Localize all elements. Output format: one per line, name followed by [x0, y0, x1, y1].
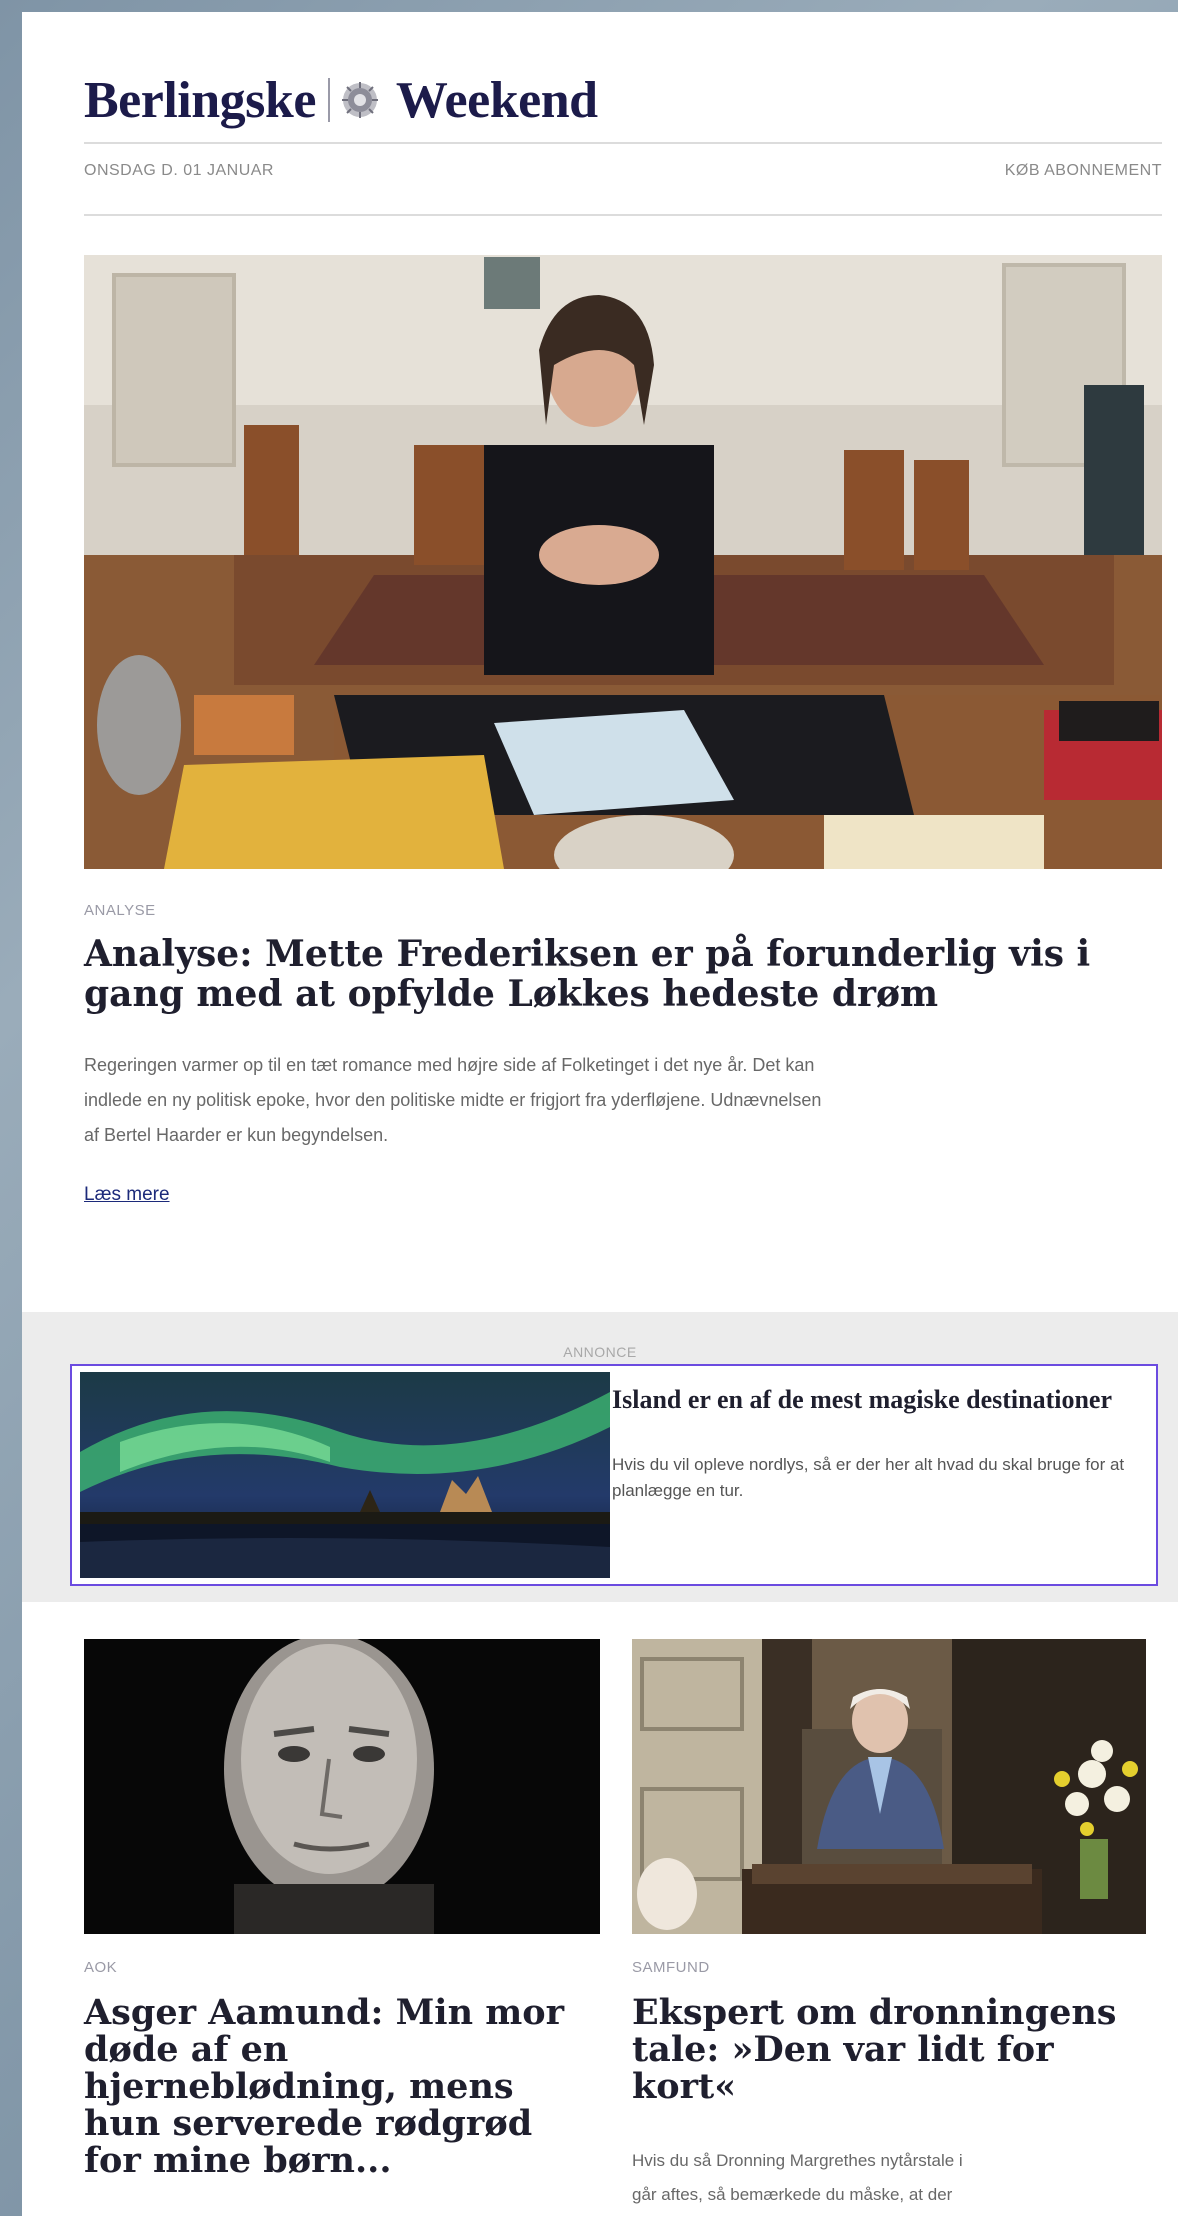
lead-teaser-line: Regeringen varmer op til en tæt romance …: [84, 1055, 815, 1075]
lead-teaser-line: indlede en ny politisk epoke, hvor den p…: [84, 1090, 822, 1110]
masthead-divider: [327, 78, 330, 122]
headline-line: hjerneblødning, mens: [84, 2066, 514, 2107]
ad-section: ANNONCE Island er en af de mest magiske …: [22, 1312, 1178, 1602]
article-headline[interactable]: Ekspert om dronningens tale: »Den var li…: [632, 1994, 1152, 2105]
headline-line: Asger Aamund: Min mor: [84, 1992, 565, 2033]
newsletter-page: Berlingske Weekend ONSDAG D. 01 JANUAR K…: [22, 12, 1178, 2216]
top-divider: [84, 142, 1162, 144]
queen-photo: [632, 1639, 1146, 1934]
lead-teaser-line: af Bertel Haarder er kun begyndelsen.: [84, 1125, 389, 1145]
ad-label: ANNONCE: [563, 1344, 637, 1360]
ad-text: Hvis du vil opleve nordlys, så er der he…: [612, 1455, 1125, 1500]
section-name: Weekend: [395, 71, 598, 129]
read-more-link[interactable]: Læs mere: [84, 1184, 170, 1206]
ad-title: Island er en af de mest magiske destinat…: [612, 1385, 1113, 1414]
subscribe-link[interactable]: KØB ABONNEMENT: [1005, 162, 1162, 180]
portrait-photo: [84, 1639, 600, 1934]
issue-date: ONSDAG D. 01 JANUAR: [84, 162, 274, 179]
article-image-portrait[interactable]: [84, 1639, 600, 1934]
headline-line: for mine børn...: [84, 2140, 392, 2181]
headline-line: døde af en: [84, 2029, 289, 2070]
article-kicker: AOK: [84, 1959, 118, 1976]
teaser-line: Hvis du så Dronning Margrethes nytårstal…: [632, 2151, 963, 2170]
teaser-line: går aftes, så bemærkede du måske, at der: [632, 2185, 953, 2204]
article-kicker: SAMFUND: [632, 1959, 710, 1976]
bottom-divider: [84, 214, 1162, 216]
lead-kicker: ANALYSE: [84, 902, 156, 919]
office-photo: [84, 255, 1162, 869]
crest-icon: [341, 82, 378, 118]
headline-line: kort«: [632, 2066, 737, 2107]
brand-name: Berlingske: [84, 71, 316, 129]
headline-line: tale: »Den var lidt for: [632, 2029, 1054, 2070]
lead-headline[interactable]: Analyse: Mette Frederiksen er på forunde…: [84, 934, 1144, 1015]
masthead-logo[interactable]: Berlingske Weekend: [84, 60, 598, 140]
headline-line: hun serverede rødgrød: [84, 2103, 533, 2144]
date-bar: ONSDAG D. 01 JANUAR KØB ABONNEMENT: [84, 162, 1162, 180]
article-image-queen[interactable]: [632, 1639, 1146, 1934]
headline-line: Ekspert om dronningens: [632, 1992, 1117, 2033]
article-headline[interactable]: Asger Aamund: Min mor døde af en hjerneb…: [84, 1994, 604, 2179]
lead-article-image[interactable]: [84, 255, 1162, 869]
ad-card[interactable]: Island er en af de mest magiske destinat…: [70, 1364, 1158, 1586]
aurora-image: [80, 1372, 610, 1578]
